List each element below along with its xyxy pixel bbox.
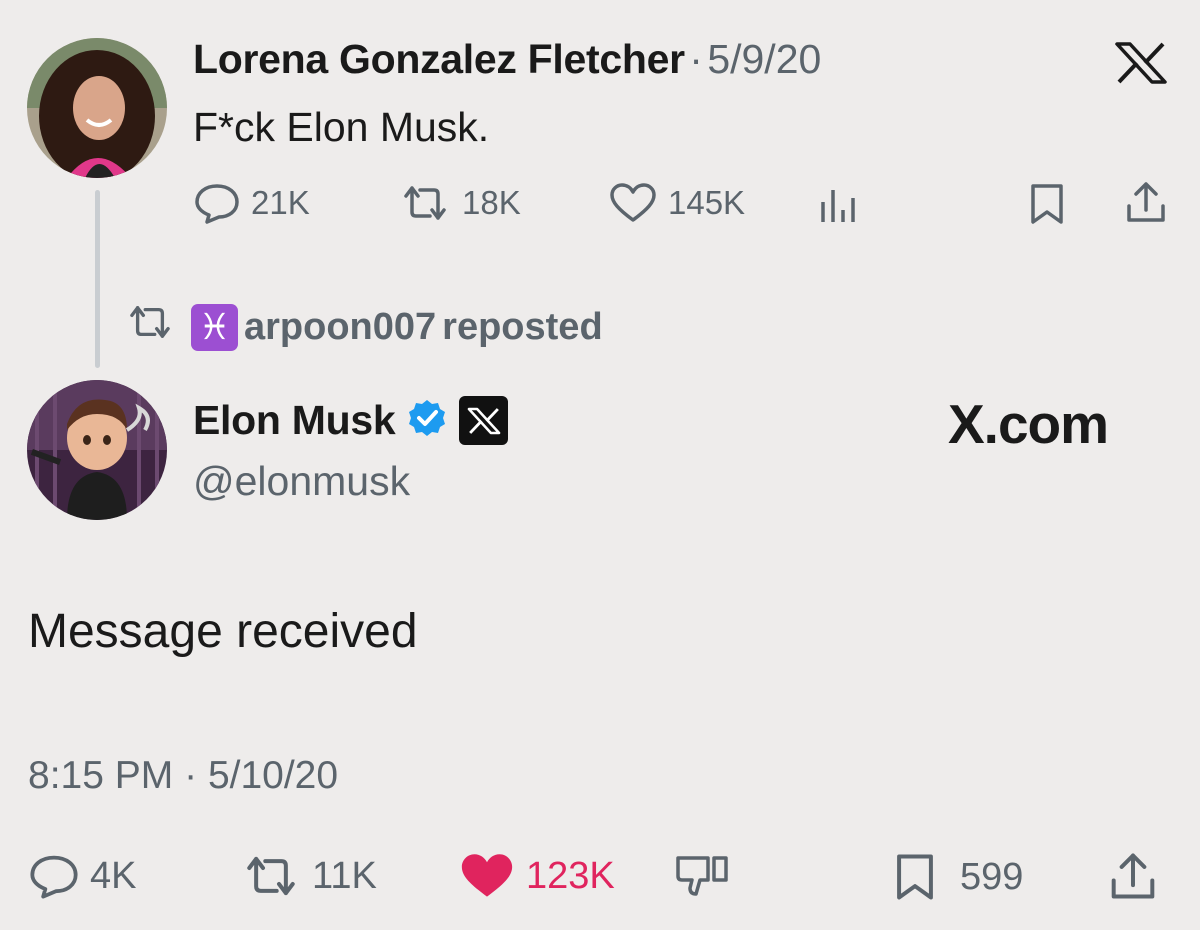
views-icon [818,184,860,224]
thread-connector-line [95,190,100,368]
top-reply-button[interactable]: 21K [193,182,310,224]
top-repost-button[interactable]: 18K [398,182,521,224]
share-icon [1108,850,1158,902]
main-share-button[interactable] [1108,850,1158,902]
bookmark-icon [892,852,938,902]
top-tweet-author[interactable]: Lorena Gonzalez Fletcher [193,36,685,82]
main-bookmark-button[interactable]: 599 [892,852,1023,902]
main-bookmark-count: 599 [960,855,1024,898]
top-tweet-separator: · [689,36,703,82]
top-views-button[interactable] [818,184,860,224]
main-like-count: 123K [526,854,615,897]
top-tweet-text: F*ck Elon Musk. [193,104,490,150]
x-com-text: X.com [948,393,1109,455]
repost-username[interactable]: arpoon007 [244,306,436,349]
top-tweet-date[interactable]: 5/9/20 [707,36,821,82]
x-logo-icon[interactable] [1114,42,1168,89]
top-like-count: 145K [668,184,746,221]
main-tweet-header: Elon Musk [193,396,509,445]
top-share-button[interactable] [1124,180,1168,224]
main-reply-count: 4K [90,854,137,897]
repost-icon [240,852,302,900]
main-like-button[interactable]: 123K [458,852,615,900]
top-tweet-header: Lorena Gonzalez Fletcher · 5/9/20 [193,36,821,83]
reply-icon [28,852,80,900]
main-tweet-date: 5/10/20 [207,754,339,797]
share-icon [1124,180,1168,224]
x-badge-icon [459,396,509,445]
main-dislike-button[interactable] [674,852,732,900]
main-repost-button[interactable]: 11K [240,852,377,900]
avatar-lorena[interactable] [27,38,167,178]
repost-suffix: reposted [442,305,603,348]
dislike-icon [674,852,732,900]
main-repost-count: 11K [312,854,377,897]
x-com-label: X.com .com [948,392,1109,456]
like-icon [608,182,658,224]
main-tweet-time: 8:15 PM [28,754,174,797]
main-tweet-message: Message received [28,605,418,658]
repost-banner[interactable]: ♓ arpoon007 reposted [123,302,603,352]
main-reply-button[interactable]: 4K [28,852,136,900]
avatar-elon[interactable] [27,380,167,520]
pisces-badge-icon: ♓ [191,303,238,351]
main-tweet-author[interactable]: Elon Musk [193,397,396,444]
liked-heart-icon [458,852,516,900]
top-reply-count: 21K [251,184,310,221]
top-repost-count: 18K [462,184,521,221]
repost-icon [398,182,452,224]
top-like-button[interactable]: 145K [608,182,745,224]
verified-icon [407,398,447,443]
repost-banner-icon [123,302,177,352]
bookmark-icon [1027,182,1067,226]
main-tweet-separator: · [184,754,198,797]
reply-icon [193,182,241,224]
top-bookmark-button[interactable] [1027,182,1067,226]
main-tweet-handle[interactable]: @elonmusk [193,458,410,505]
main-tweet-timestamp[interactable]: 8:15 PM · 5/10/20 [28,754,338,798]
